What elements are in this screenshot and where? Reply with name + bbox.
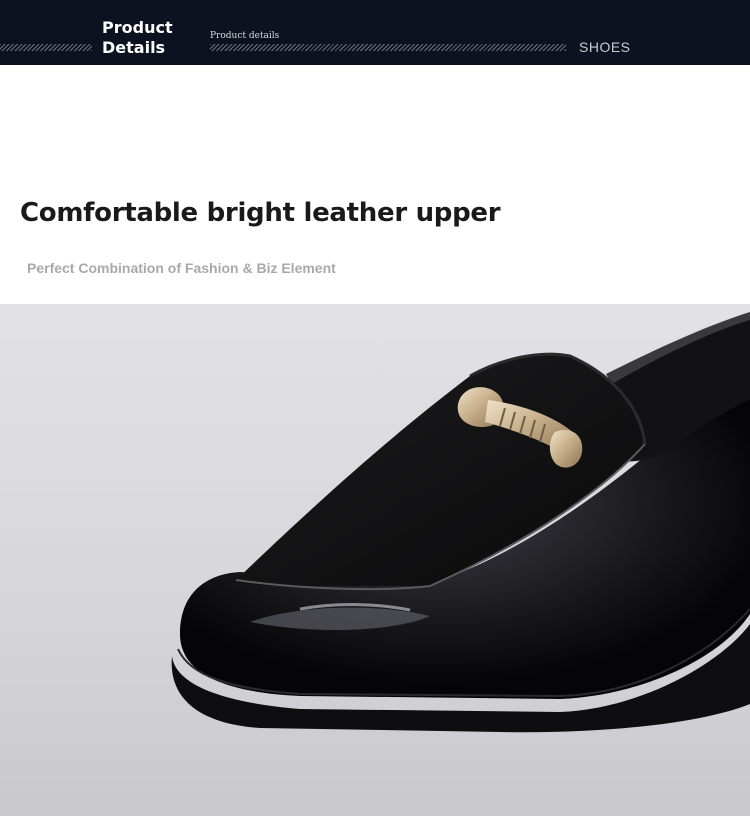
banner-subtitle: Product details (210, 31, 280, 41)
banner-title: Product Details (102, 18, 173, 58)
section-heading: Comfortable bright leather upper (20, 198, 501, 228)
banner-title-line1: Product (102, 18, 173, 37)
section-subheading: Perfect Combination of Fashion & Biz Ele… (27, 260, 336, 276)
banner-separator: · (623, 38, 628, 54)
decorative-stripe-right (210, 44, 566, 51)
banner-title-line2: Details (102, 38, 166, 57)
decorative-stripe-left (0, 44, 92, 51)
shoe-photo (0, 304, 750, 816)
product-details-banner: Product Details Product details SHOES · (0, 0, 750, 65)
